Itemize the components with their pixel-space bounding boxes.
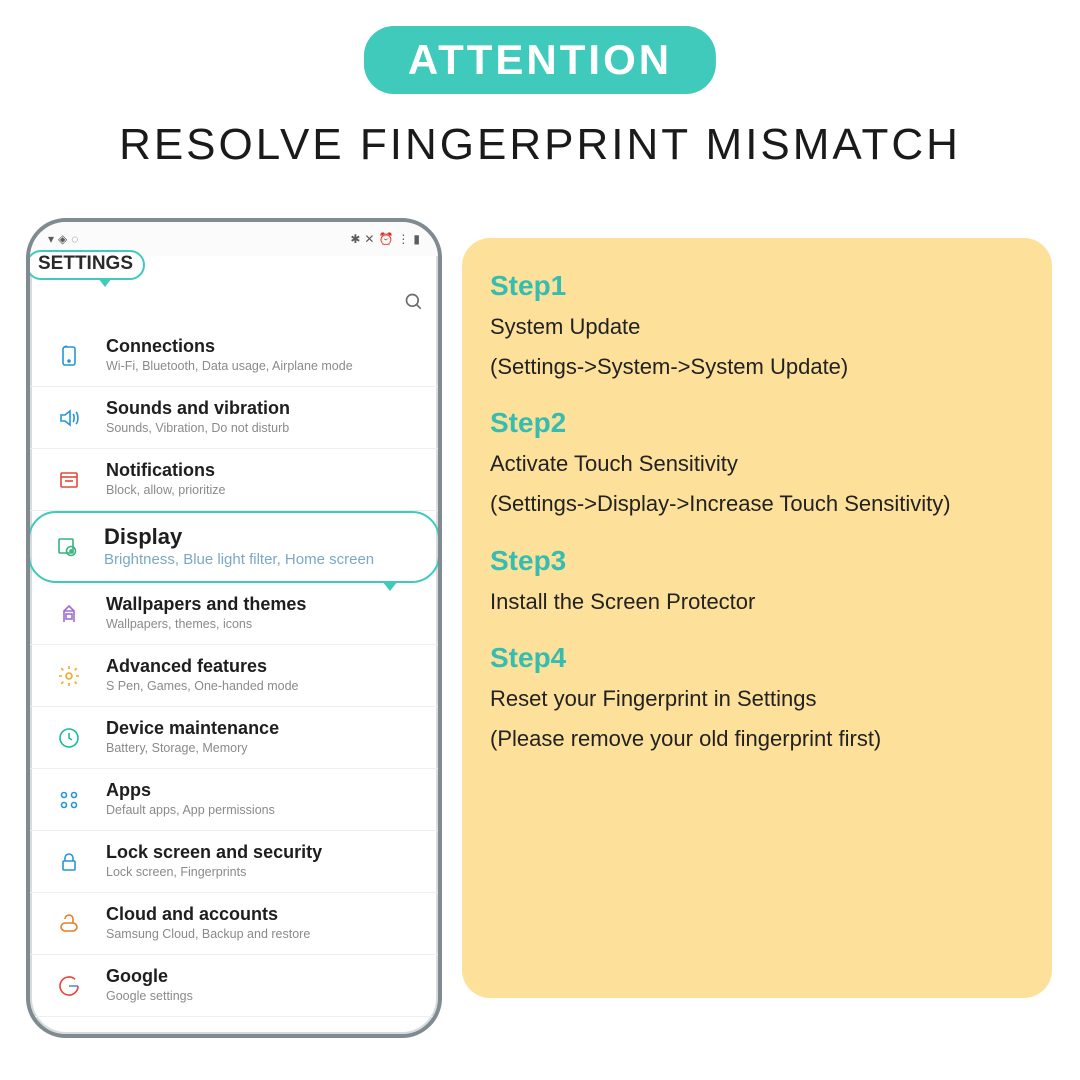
settings-list: Connections Wi-Fi, Bluetooth, Data usage…	[30, 325, 438, 1017]
settings-item-title: Connections	[106, 337, 420, 357]
phone-mockup: ▾ ◈ ◌ ✱ ✕ ⏰ ⋮ ▮ SETTINGS	[26, 218, 442, 1038]
battery-icon: ▮	[413, 232, 420, 246]
shield-icon: ◈	[58, 232, 67, 246]
step-4: Step4 Reset your Fingerprint in Settings…	[490, 642, 1030, 753]
settings-item-notifications[interactable]: Notifications Block, allow, prioritize	[30, 449, 438, 511]
settings-item-title: Notifications	[106, 461, 420, 481]
settings-item-sub: Block, allow, prioritize	[106, 483, 420, 498]
settings-item-sub: Default apps, App permissions	[106, 803, 420, 818]
wallpaper-icon	[52, 602, 86, 626]
step-line: Reset your Fingerprint in Settings	[490, 684, 1030, 714]
connections-icon	[52, 344, 86, 368]
settings-item-cloud[interactable]: Cloud and accounts Samsung Cloud, Backup…	[30, 893, 438, 955]
lock-icon	[52, 850, 86, 874]
settings-item-sounds[interactable]: Sounds and vibration Sounds, Vibration, …	[30, 387, 438, 449]
settings-item-title: Lock screen and security	[106, 843, 420, 863]
bluetooth-icon: ✱	[350, 232, 360, 246]
apps-icon	[52, 788, 86, 812]
maintenance-icon	[52, 726, 86, 750]
notifications-icon	[52, 468, 86, 492]
settings-item-title: Sounds and vibration	[106, 399, 420, 419]
settings-item-title: Wallpapers and themes	[106, 595, 420, 615]
steps-card: Step1 System Update (Settings->System->S…	[462, 238, 1052, 998]
step-2: Step2 Activate Touch Sensitivity (Settin…	[490, 407, 1030, 518]
settings-item-sub: Wallpapers, themes, icons	[106, 617, 420, 632]
carrier-icon: ▾	[48, 232, 54, 246]
settings-callout: SETTINGS	[26, 250, 145, 280]
settings-item-title: Google	[106, 967, 420, 987]
settings-item-title: Apps	[106, 781, 420, 801]
page-title: RESOLVE FINGERPRINT MISMATCH	[119, 120, 961, 170]
search-icon[interactable]	[404, 292, 424, 317]
settings-item-sub: Battery, Storage, Memory	[106, 741, 420, 756]
google-icon	[52, 974, 86, 998]
step-title: Step4	[490, 642, 1030, 674]
wifi-icon: ⋮	[397, 232, 409, 246]
step-line: Install the Screen Protector	[490, 587, 1030, 617]
settings-item-device-maintenance[interactable]: Device maintenance Battery, Storage, Mem…	[30, 707, 438, 769]
settings-item-sub: Wi-Fi, Bluetooth, Data usage, Airplane m…	[106, 359, 420, 374]
settings-item-sub: Lock screen, Fingerprints	[106, 865, 420, 880]
gear-icon	[52, 664, 86, 688]
sound-icon	[52, 406, 86, 430]
settings-item-sub: Brightness, Blue light filter, Home scre…	[104, 551, 420, 569]
settings-item-advanced[interactable]: Advanced features S Pen, Games, One-hand…	[30, 645, 438, 707]
settings-item-apps[interactable]: Apps Default apps, App permissions	[30, 769, 438, 831]
mute-icon: ✕	[364, 232, 374, 246]
settings-item-connections[interactable]: Connections Wi-Fi, Bluetooth, Data usage…	[30, 325, 438, 387]
step-title: Step1	[490, 270, 1030, 302]
settings-item-title: Advanced features	[106, 657, 420, 677]
settings-item-lock-screen[interactable]: Lock screen and security Lock screen, Fi…	[30, 831, 438, 893]
settings-item-display[interactable]: Display Brightness, Blue light filter, H…	[28, 511, 440, 583]
step-note: (Settings->System->System Update)	[490, 352, 1030, 382]
step-3: Step3 Install the Screen Protector	[490, 545, 1030, 617]
step-note: (Please remove your old fingerprint firs…	[490, 724, 1030, 754]
settings-item-sub: Google settings	[106, 989, 420, 1004]
settings-item-sub: Sounds, Vibration, Do not disturb	[106, 421, 420, 436]
attention-pill: ATTENTION	[364, 26, 716, 94]
settings-item-title: Device maintenance	[106, 719, 420, 739]
settings-item-sub: S Pen, Games, One-handed mode	[106, 679, 420, 694]
settings-item-wallpapers[interactable]: Wallpapers and themes Wallpapers, themes…	[30, 583, 438, 645]
display-icon	[50, 535, 84, 559]
step-title: Step3	[490, 545, 1030, 577]
msg-icon: ◌	[71, 232, 78, 246]
settings-item-sub: Samsung Cloud, Backup and restore	[106, 927, 420, 942]
settings-item-title: Cloud and accounts	[106, 905, 420, 925]
step-note: (Settings->Display->Increase Touch Sensi…	[490, 489, 1030, 519]
step-1: Step1 System Update (Settings->System->S…	[490, 270, 1030, 381]
step-line: System Update	[490, 312, 1030, 342]
settings-item-title: Display	[104, 525, 420, 549]
alarm-icon: ⏰	[378, 232, 393, 246]
settings-item-google[interactable]: Google Google settings	[30, 955, 438, 1017]
step-line: Activate Touch Sensitivity	[490, 449, 1030, 479]
cloud-icon	[52, 912, 86, 936]
step-title: Step2	[490, 407, 1030, 439]
